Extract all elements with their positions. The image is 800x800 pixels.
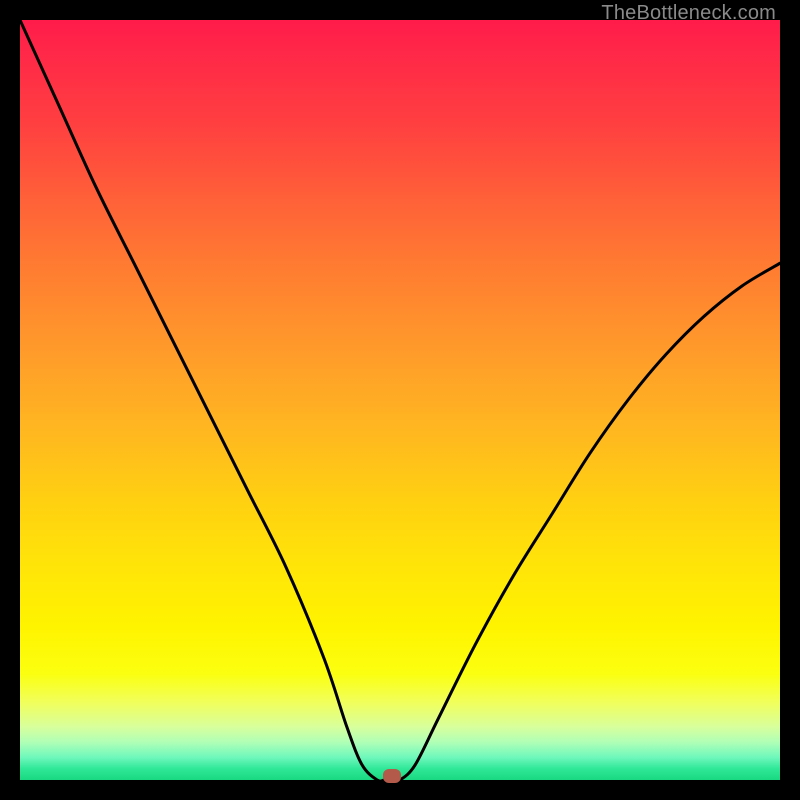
- minimum-marker: [383, 769, 401, 783]
- chart-frame: TheBottleneck.com: [0, 0, 800, 800]
- plot-area: [20, 20, 780, 780]
- curve-path: [20, 20, 780, 780]
- bottleneck-curve: [20, 20, 780, 780]
